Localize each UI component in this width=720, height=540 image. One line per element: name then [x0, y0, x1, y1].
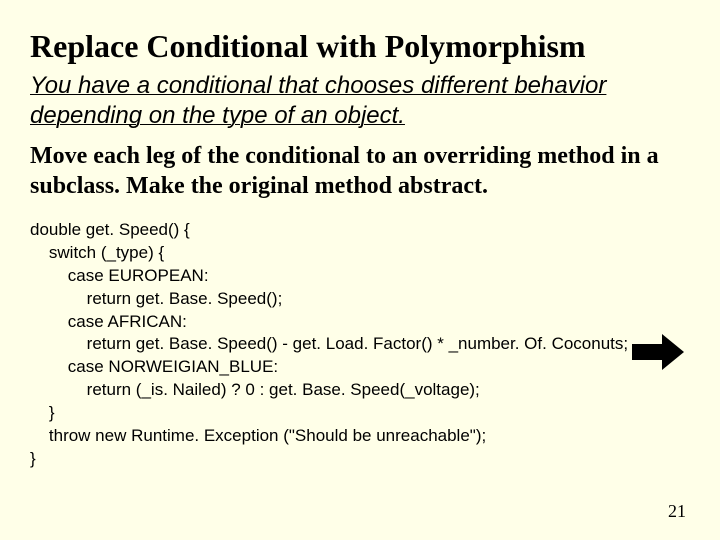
problem-statement: You have a conditional that chooses diff… [30, 71, 690, 131]
slide: Replace Conditional with Polymorphism Yo… [0, 0, 720, 540]
problem-text: You have a conditional that chooses diff… [30, 72, 606, 129]
arrow-right-icon [632, 332, 684, 377]
slide-title: Replace Conditional with Polymorphism [30, 28, 690, 65]
code-block: double get. Speed() { switch (_type) { c… [30, 219, 690, 471]
page-number: 21 [668, 501, 686, 522]
solution-statement: Move each leg of the conditional to an o… [30, 141, 690, 201]
